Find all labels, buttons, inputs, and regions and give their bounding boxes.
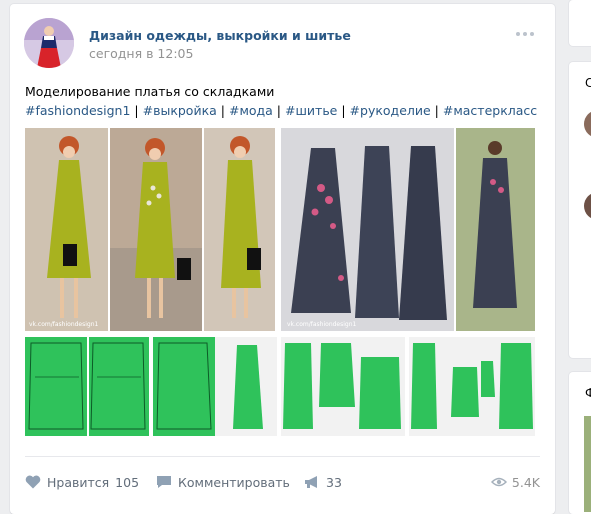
photo-pattern-2[interactable] [153,337,277,436]
right-sidebar: С Ф [569,0,591,514]
hashtag-link[interactable]: #шитье [285,103,337,118]
hashtag-link[interactable]: #рукоделие [350,103,431,118]
photo-pattern-1[interactable] [25,337,149,436]
hashtag-separator: | [337,103,350,118]
sidebar-avatar[interactable] [584,110,591,138]
hashtag-link[interactable]: #мастеркласс [443,103,537,118]
post-title: Моделирование платья со складками [25,84,275,99]
share-count: 33 [326,474,342,490]
photo-navy-dress[interactable]: vk.com/fashiondesign1 [281,128,535,331]
post-time[interactable]: сегодня в 12:05 [89,46,193,61]
pattern-image [25,337,149,436]
hashtag-separator: | [216,103,229,118]
like-count: 105 [115,474,140,490]
eye-icon [490,477,507,487]
sidebar-avatar[interactable] [584,192,591,220]
post-actions: Нравится 105 Комментировать 33 5.4K [25,470,540,494]
comment-icon [157,476,171,488]
share-icon [305,476,317,488]
comment-label: Комментировать [178,474,290,490]
hashtag-link[interactable]: #fashiondesign1 [25,103,130,118]
photo-pattern-4[interactable] [409,337,535,436]
pattern-image [281,337,405,436]
sidebar-block-top [569,0,591,46]
sidebar-block-bottom: Ф [569,372,591,514]
more-icon[interactable] [516,32,534,36]
hashtag-separator: | [130,103,143,118]
watermark-text: vk.com/fashiondesign1 [287,321,357,328]
photo-pattern-3[interactable] [281,337,405,436]
photo-green-dress[interactable]: vk.com/fashiondesign1 [25,128,275,331]
community-avatar[interactable] [24,18,74,68]
views-count: 5.4K [511,474,540,490]
photo-image: vk.com/fashiondesign1 [281,128,535,331]
hashtag-link[interactable]: #мода [229,103,273,118]
post-author-link[interactable]: Дизайн одежды, выкройки и шитье [89,28,351,43]
sidebar-block-middle: С [569,62,591,358]
heart-icon [25,475,41,489]
hashtag-separator: | [430,103,443,118]
hashtag-line: #fashiondesign1 | #выкройка | #мода | #ш… [25,103,537,118]
watermark-text: vk.com/fashiondesign1 [29,321,99,328]
comment-button[interactable]: Комментировать [156,470,290,494]
post-card: Дизайн одежды, выкройки и шитье сегодня … [10,4,555,514]
pattern-image [409,337,535,436]
sidebar-heading: Ф [585,386,591,400]
hashtag-separator: | [272,103,285,118]
like-label: Нравится [47,474,110,490]
pattern-image [153,337,277,436]
like-button[interactable]: Нравится 105 [25,470,139,494]
views-counter: 5.4K [490,470,540,494]
hashtag-link[interactable]: #выкройка [143,103,217,118]
sidebar-image[interactable] [584,416,591,512]
share-button[interactable]: 33 [304,470,342,494]
actions-divider [25,456,540,457]
avatar-image [24,18,74,68]
sidebar-heading: С [585,76,591,90]
photo-image: vk.com/fashiondesign1 [25,128,275,331]
